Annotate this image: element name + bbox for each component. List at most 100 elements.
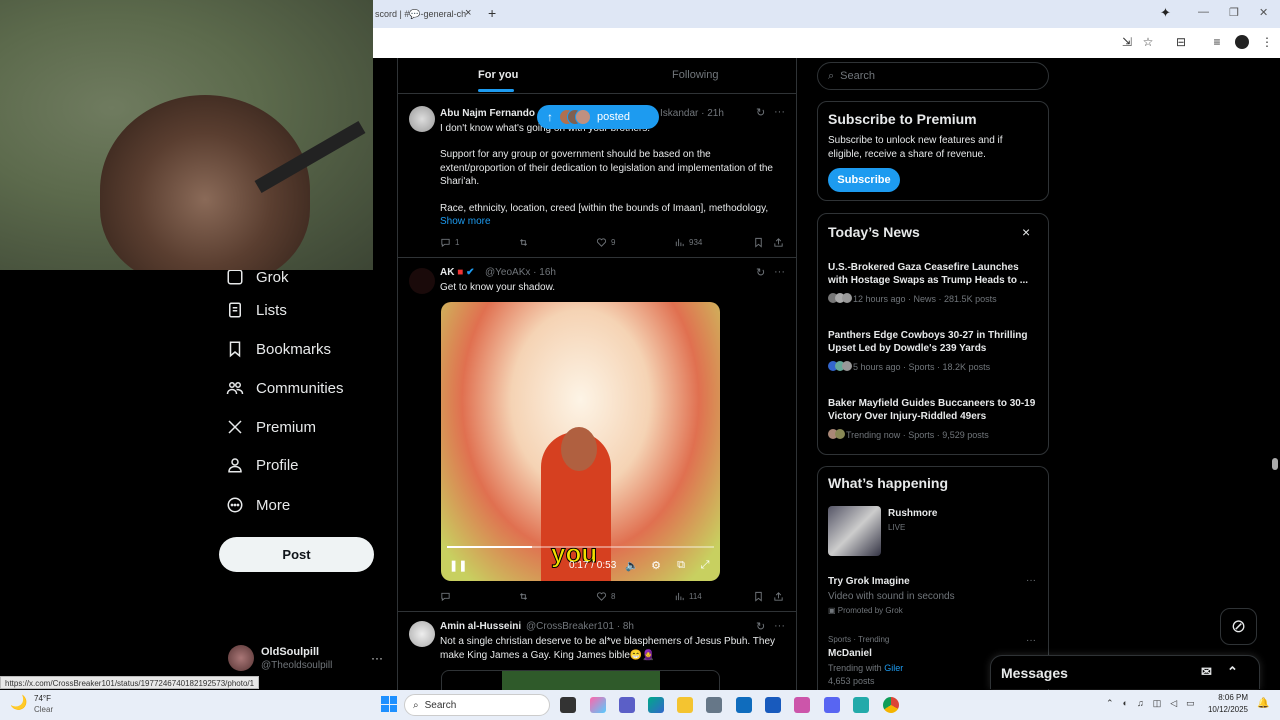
nav-bookmarks[interactable]: Bookmarks <box>226 334 331 364</box>
task-view-icon[interactable] <box>560 697 576 713</box>
fullscreen-icon[interactable]: ⤢ <box>698 559 712 572</box>
tweet-more-icon[interactable]: ··· <box>774 266 785 278</box>
minimize-icon[interactable]: — <box>1198 6 1209 18</box>
nav-premium[interactable]: Premium <box>226 412 316 442</box>
copilot-app-icon[interactable] <box>590 697 606 713</box>
trend-link[interactable]: Giler <box>884 663 903 673</box>
chrome-icon[interactable] <box>883 697 899 713</box>
tweet-author[interactable]: AK ■ ✔ <box>440 267 474 278</box>
tweet-avatar[interactable] <box>409 106 435 132</box>
share-icon <box>774 592 783 601</box>
grok-analyze-icon[interactable]: ↻ <box>756 266 765 279</box>
clock-time[interactable]: 8:06 PM <box>1208 693 1248 702</box>
scroll-thumb[interactable] <box>1272 458 1278 470</box>
playlist-icon[interactable]: ≡ <box>1209 35 1225 51</box>
weather-temp[interactable]: 74°F <box>34 694 51 703</box>
repost-button[interactable] <box>518 237 529 248</box>
pause-icon[interactable]: ❚❚ <box>449 559 467 572</box>
teams-icon[interactable] <box>619 697 635 713</box>
discord-icon[interactable] <box>824 697 840 713</box>
repost-button[interactable] <box>518 591 529 602</box>
nav-profile[interactable]: Profile <box>226 450 299 480</box>
file-explorer-icon[interactable] <box>677 697 693 713</box>
system-tray-icons[interactable]: ⌃◐♫◫◁▭ <box>1106 698 1204 709</box>
profile-avatar-icon[interactable] <box>1235 35 1249 49</box>
news-item-title[interactable]: Panthers Edge Cowboys 30-27 in Thrilling… <box>828 329 1038 355</box>
tweet-avatar[interactable] <box>409 621 435 647</box>
reply-button[interactable] <box>440 591 451 602</box>
tab-following[interactable]: Following <box>672 69 718 81</box>
video-progress-track[interactable] <box>447 546 714 548</box>
promo-more-icon[interactable]: ··· <box>1026 575 1036 586</box>
trend-name[interactable]: McDaniel <box>828 648 872 659</box>
like-button[interactable]: 9 <box>596 237 615 248</box>
messages-drawer[interactable]: Messages ✉ ⌃ <box>990 655 1260 689</box>
tweet-avatar[interactable] <box>409 268 435 294</box>
share-button[interactable] <box>773 237 784 248</box>
like-button[interactable]: 8 <box>596 591 615 602</box>
bookmark-button[interactable] <box>753 237 764 248</box>
live-title[interactable]: Rushmore <box>888 508 937 519</box>
post-button[interactable]: Post <box>219 537 374 572</box>
split-view-icon[interactable]: ⊟ <box>1173 35 1189 51</box>
scrollbar[interactable] <box>1270 58 1280 690</box>
account-avatar[interactable] <box>228 645 254 671</box>
trend-more-icon[interactable]: ··· <box>1026 635 1036 646</box>
reply-button[interactable]: 1 <box>440 237 459 248</box>
install-icon[interactable]: ⇲ <box>1119 35 1135 51</box>
calculator-icon[interactable] <box>706 697 722 713</box>
tweet-author[interactable]: Amin al-Husseini <box>440 621 521 632</box>
show-more-link[interactable]: Show more <box>440 215 491 229</box>
volume-icon[interactable]: 🔈 <box>625 559 639 572</box>
kebab-menu-icon[interactable]: ⋮ <box>1259 35 1275 51</box>
snipping-tool-icon[interactable] <box>794 697 810 713</box>
nav-more[interactable]: More <box>226 490 290 520</box>
outlook-icon[interactable] <box>736 697 752 713</box>
windows-start-icon[interactable] <box>381 696 397 712</box>
maximize-icon[interactable]: ❐ <box>1229 6 1239 19</box>
promo-title[interactable]: Try Grok Imagine <box>828 576 910 587</box>
account-more-icon[interactable]: ··· <box>371 651 383 665</box>
edge-icon[interactable] <box>648 697 664 713</box>
copilot-icon[interactable]: ✦ <box>1160 5 1171 21</box>
clock-date[interactable]: 10/12/2025 <box>1196 705 1248 714</box>
star-icon[interactable]: ☆ <box>1140 35 1156 51</box>
tab-close-icon[interactable]: × <box>465 7 471 19</box>
tweet-image[interactable] <box>441 670 720 690</box>
close-icon[interactable]: × <box>1022 224 1030 240</box>
collapse-up-icon[interactable]: ⌃ <box>1227 664 1238 680</box>
bookmark-button[interactable] <box>753 591 764 602</box>
tab-for-you[interactable]: For you <box>478 69 518 81</box>
new-message-icon[interactable]: ✉ <box>1201 664 1212 680</box>
nav-lists[interactable]: Lists <box>226 295 287 325</box>
weather-moon-icon[interactable]: 🌙 <box>10 694 27 711</box>
notification-bell-icon[interactable]: 🔔 <box>1257 698 1269 709</box>
account-name[interactable]: OldSoulpill <box>261 646 319 658</box>
views-button[interactable]: 934 <box>674 237 702 248</box>
live-thumbnail[interactable] <box>828 506 881 556</box>
new-posts-pill[interactable]: ↑ posted <box>537 105 659 129</box>
tweet-more-icon[interactable]: ··· <box>774 106 785 118</box>
news-item-title[interactable]: U.S.-Brokered Gaza Ceasefire Launches wi… <box>828 261 1038 287</box>
views-button[interactable]: 114 <box>674 591 702 602</box>
taskbar-search[interactable]: ⌕ Search <box>404 694 550 716</box>
grok-analyze-icon[interactable]: ↻ <box>756 106 765 119</box>
grok-analyze-icon[interactable]: ↻ <box>756 620 765 633</box>
share-button[interactable] <box>773 591 784 602</box>
app-icon[interactable] <box>853 697 869 713</box>
tweet-more-icon[interactable]: ··· <box>774 620 785 632</box>
view-count: 114 <box>689 592 702 601</box>
word-icon[interactable] <box>765 697 781 713</box>
share-icon <box>774 238 783 247</box>
grok-fab-icon[interactable]: ⊘ <box>1220 608 1257 645</box>
settings-gear-icon[interactable]: ⚙ <box>649 559 663 572</box>
pip-icon[interactable]: ⧉ <box>674 559 688 572</box>
tweet-author[interactable]: Abu Najm Fernando <box>440 108 535 119</box>
subscribe-button[interactable]: Subscribe <box>828 168 900 192</box>
video-player[interactable]: you ❚❚ 0:17 / 0:53 🔈 ⚙ ⧉ ⤢ <box>441 302 720 581</box>
close-window-icon[interactable]: ✕ <box>1259 6 1268 19</box>
nav-communities[interactable]: Communities <box>226 373 344 403</box>
news-item-title[interactable]: Baker Mayfield Guides Buccaneers to 30-1… <box>828 397 1038 423</box>
new-tab-button[interactable]: + <box>488 5 496 21</box>
search-input[interactable]: ⌕ Search <box>817 62 1049 90</box>
